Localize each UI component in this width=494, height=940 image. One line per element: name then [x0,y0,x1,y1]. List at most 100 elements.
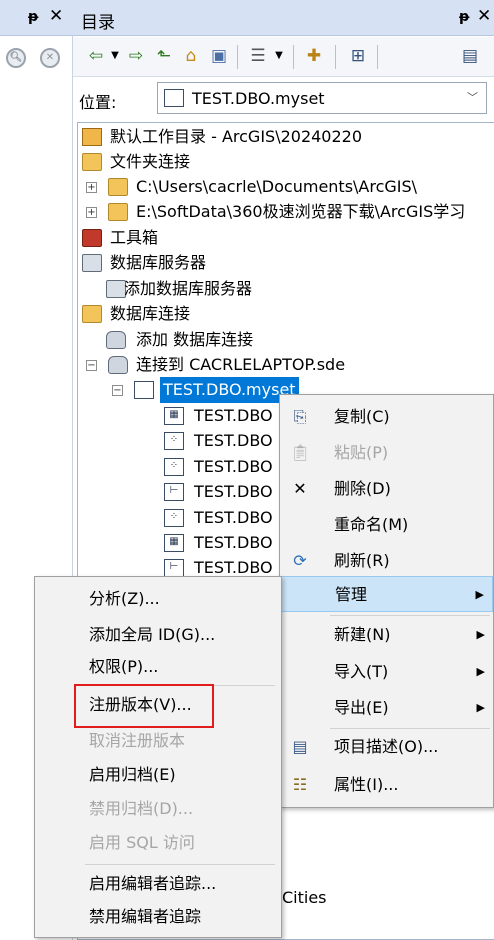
menu-item-rename[interactable]: 重命名(M) [280,507,493,543]
adjacent-pane-titlebar: ᵽ ✕ [0,0,73,36]
toolbar-separator [335,45,336,69]
menu-item-delete[interactable]: ✕ 删除(D) [280,471,493,507]
pin-icon[interactable]: ᵽ [459,9,469,25]
feature-dataset-icon [164,89,184,107]
tree-node-label: 文件夹连接 [110,152,191,171]
tree-node-label: 连接到 CACRLELAPTOP.sde [136,355,346,374]
raster-icon: ▦ [164,534,184,552]
submenu-arrow-icon: ▶ [476,701,485,714]
tree-node-label: 添加数据库服务器 [124,279,253,298]
menu-item-label: 删除(D) [334,479,391,498]
menu-item-disable-editor-tracking[interactable]: 禁用编辑者追踪 [35,899,281,935]
folder-icon [108,178,128,196]
dropdown-icon[interactable]: ▼ [109,43,121,69]
menu-item-properties[interactable]: ☷ 属性(I)... [280,767,493,803]
tree-toggle-icon[interactable]: ⊞ [345,43,371,69]
chevron-down-icon[interactable]: ﹀ [467,89,478,105]
toolbar-separator [237,45,238,69]
tree-node-label: E:\SoftData\360极速浏览器下载\ArcGIS学习 [136,202,466,221]
manage-submenu: 分析(Z)... 添加全局 ID(G)... 权限(P)... 注册版本(V).… [34,576,282,938]
home-folder-icon [82,128,102,146]
menu-separator [330,615,490,616]
submenu-arrow-icon: ▶ [475,588,484,601]
clear-icon[interactable]: ✕ [40,48,60,68]
menu-item-label: 导入(T) [334,662,389,681]
menu-item-new[interactable]: 新建(N) ▶ [280,617,493,653]
close-icon[interactable]: ✕ [477,6,491,26]
location-input[interactable]: TEST.DBO.myset ﹀ [157,82,487,114]
pin-icon[interactable]: ᵽ [28,9,38,25]
collapse-icon[interactable]: − [86,360,97,371]
tree-node-label: TEST.DBO [194,482,273,501]
menu-item-label: 复制(C) [334,407,390,426]
view-dropdown-icon[interactable]: ▼ [273,43,285,69]
contents-icon[interactable]: ▤ [457,43,483,69]
point-feature-class-icon: ⁘ [164,458,184,476]
menu-item-label: 刷新(R) [334,551,390,570]
tree-node-label: 默认工作目录 - ArcGIS\20240220 [110,127,363,146]
copy-icon: ⎘ [293,407,307,426]
menu-item-enable-archiving[interactable]: 启用归档(E) [35,757,281,793]
new-item-icon[interactable]: ✚ [301,43,327,69]
folder-icon [108,203,128,221]
description-icon: ▤ [292,737,308,756]
menu-item-label: 新建(N) [334,625,391,644]
tree-node-cities[interactable]: Cities [282,888,327,907]
menu-item-analyze[interactable]: 分析(Z)... [35,581,281,617]
view-options-icon[interactable]: ☰ [245,43,271,69]
menu-item-label: 添加全局 ID(G)... [89,625,216,644]
menu-item-enable-sql-access: 启用 SQL 访问 [35,825,281,861]
forward-arrow-icon[interactable]: ⇨ [125,43,147,69]
close-icon[interactable]: ✕ [49,6,63,26]
up-level-icon[interactable]: ⬑ [153,43,175,69]
line-feature-class-icon: ⊢ [164,483,184,501]
paste-icon: 📋︎ [290,443,311,462]
database-icon [108,356,128,374]
zoom-icon[interactable]: 🔍︎ [6,48,26,68]
toolbar-separator [377,45,378,69]
menu-item-import[interactable]: 导入(T) ▶ [280,654,493,690]
menu-item-copy[interactable]: ⎘ 复制(C) [280,399,493,435]
tree-node-label: 数据库服务器 [110,253,207,272]
menu-item-manage[interactable]: 管理 ▶ [280,576,493,612]
properties-icon: ☷ [292,775,308,794]
raster-icon: ▦ [164,407,184,425]
database-server-icon [82,254,102,272]
menu-item-label: 禁用编辑者追踪 [89,907,202,926]
toolbar-separator [293,45,294,69]
menu-item-item-description[interactable]: ▤ 项目描述(O)... [280,729,493,765]
catalog-titlebar: 目录 ᵽ ✕ [73,0,494,36]
collapse-icon[interactable]: − [112,385,123,396]
tree-node-label: TEST.DBO.myset [160,377,299,403]
menu-item-register-versioned[interactable]: 注册版本(V)... [35,687,281,723]
tree-node-label: C:\Users\cacrle\Documents\ArcGIS\ [136,177,418,196]
menu-item-disable-archiving: 禁用归档(D)... [35,791,281,827]
menu-item-add-global-id[interactable]: 添加全局 ID(G)... [35,617,281,653]
menu-item-label: 分析(Z)... [89,589,160,608]
menu-item-unregister-versioned: 取消注册版本 [35,723,281,759]
expand-icon[interactable]: + [86,182,97,193]
location-label: 位置: [79,93,117,112]
expand-icon[interactable]: + [86,207,97,218]
menu-item-enable-editor-tracking[interactable]: 启用编辑者追踪... [35,866,281,902]
menu-item-refresh[interactable]: ⟳ 刷新(R) [280,543,493,579]
menu-item-privileges[interactable]: 权限(P)... [35,649,281,685]
tree-node-label: TEST.DBO [194,431,273,450]
context-menu: ⎘ 复制(C) 📋︎ 粘贴(P) ✕ 删除(D) 重命名(M) ⟳ 刷新(R) … [279,394,494,808]
submenu-arrow-icon: ▶ [476,628,485,641]
menu-separator [85,685,275,686]
add-connection-icon [106,331,126,349]
menu-item-label: 取消注册版本 [89,731,186,750]
toolbox-icon [82,229,102,247]
home-icon[interactable]: ⌂ [179,43,203,69]
feature-dataset-icon [134,381,154,399]
menu-item-label: 启用归档(E) [89,765,176,784]
submenu-arrow-icon: ▶ [476,665,485,678]
menu-item-label: 启用 SQL 访问 [89,833,195,852]
menu-item-export[interactable]: 导出(E) ▶ [280,690,493,726]
tree-node-label: TEST.DBO [194,457,273,476]
catalog-toolbar: ⇦ ▼ ⇨ ⬑ ⌂ ▣ ☰ ▼ ✚ ⊞ ▤ [73,37,494,77]
tree-node-label: TEST.DBO [194,508,273,527]
connect-folder-icon[interactable]: ▣ [207,43,231,69]
back-arrow-icon[interactable]: ⇦ [85,43,107,69]
